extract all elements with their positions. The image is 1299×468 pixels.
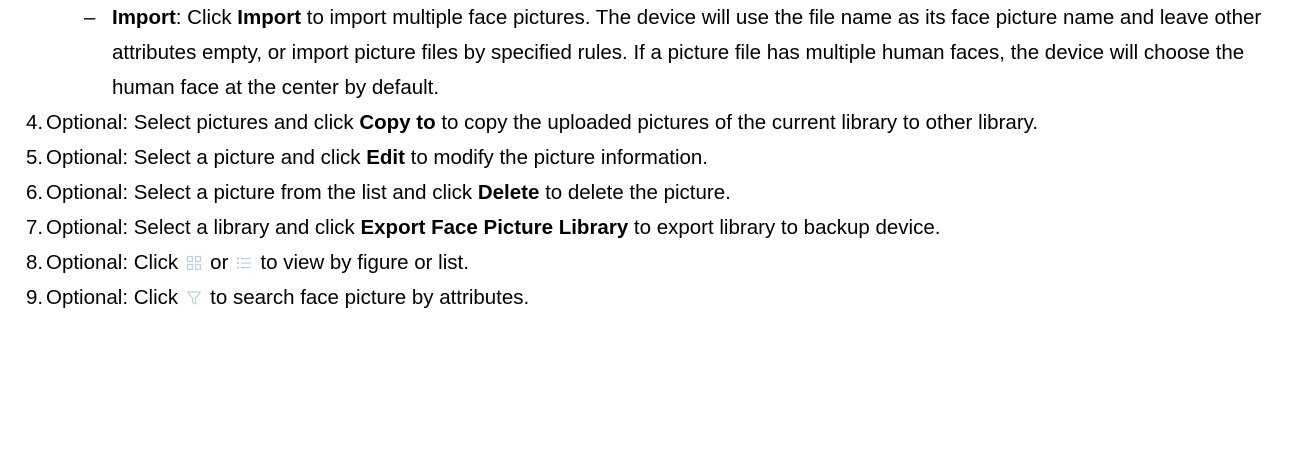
import-term: Import — [112, 6, 176, 29]
step-number: 9. — [26, 286, 44, 309]
step-text: to delete the picture. — [539, 181, 731, 204]
import-sub-item: – Import: Click Import to import multipl… — [0, 0, 1299, 105]
copy-to-ref: Copy to — [359, 111, 436, 134]
step-number: 8. — [26, 251, 44, 274]
step-text: to view by figure or list. — [260, 251, 469, 274]
step-6: 6. Optional: Select a picture from the l… — [0, 175, 1299, 210]
list-view-icon — [236, 255, 252, 271]
edit-ref: Edit — [366, 146, 405, 169]
step-number: 7. — [26, 216, 44, 239]
import-text-1: : Click — [175, 6, 238, 29]
step-text: Optional: Click — [46, 251, 179, 274]
step-text: to copy the uploaded pictures of the cur… — [435, 111, 1039, 134]
step-text: Optional: Select a picture and click — [46, 146, 367, 169]
step-text: to export library to backup device. — [628, 216, 941, 239]
import-button-ref: Import — [237, 6, 302, 29]
step-text: Optional: Click — [46, 286, 179, 309]
dash-bullet: – — [84, 6, 96, 29]
export-library-ref: Export Face Picture Library — [360, 216, 629, 239]
step-4: 4. Optional: Select pictures and click C… — [0, 105, 1299, 140]
step-7: 7. Optional: Select a library and click … — [0, 210, 1299, 245]
filter-icon — [186, 290, 202, 306]
step-text: Optional: Select pictures and click — [46, 111, 360, 134]
grid-view-icon — [186, 255, 202, 271]
step-8: 8. Optional: Click or to view by figure or… — [0, 245, 1299, 280]
step-5: 5. Optional: Select a picture and click … — [0, 140, 1299, 175]
manual-page: – Import: Click Import to import multipl… — [0, 0, 1299, 315]
step-text: to search face picture by attributes. — [210, 286, 530, 309]
step-text: Optional: Select a picture from the list… — [46, 181, 478, 204]
step-text: to modify the picture information. — [404, 146, 709, 169]
step-number: 4. — [26, 111, 44, 134]
delete-ref: Delete — [477, 181, 540, 204]
step-text: or — [210, 251, 229, 274]
step-text: Optional: Select a library and click — [46, 216, 361, 239]
step-number: 6. — [26, 181, 44, 204]
step-9: 9. Optional: Click to search face picture… — [0, 280, 1299, 315]
step-number: 5. — [26, 146, 44, 169]
